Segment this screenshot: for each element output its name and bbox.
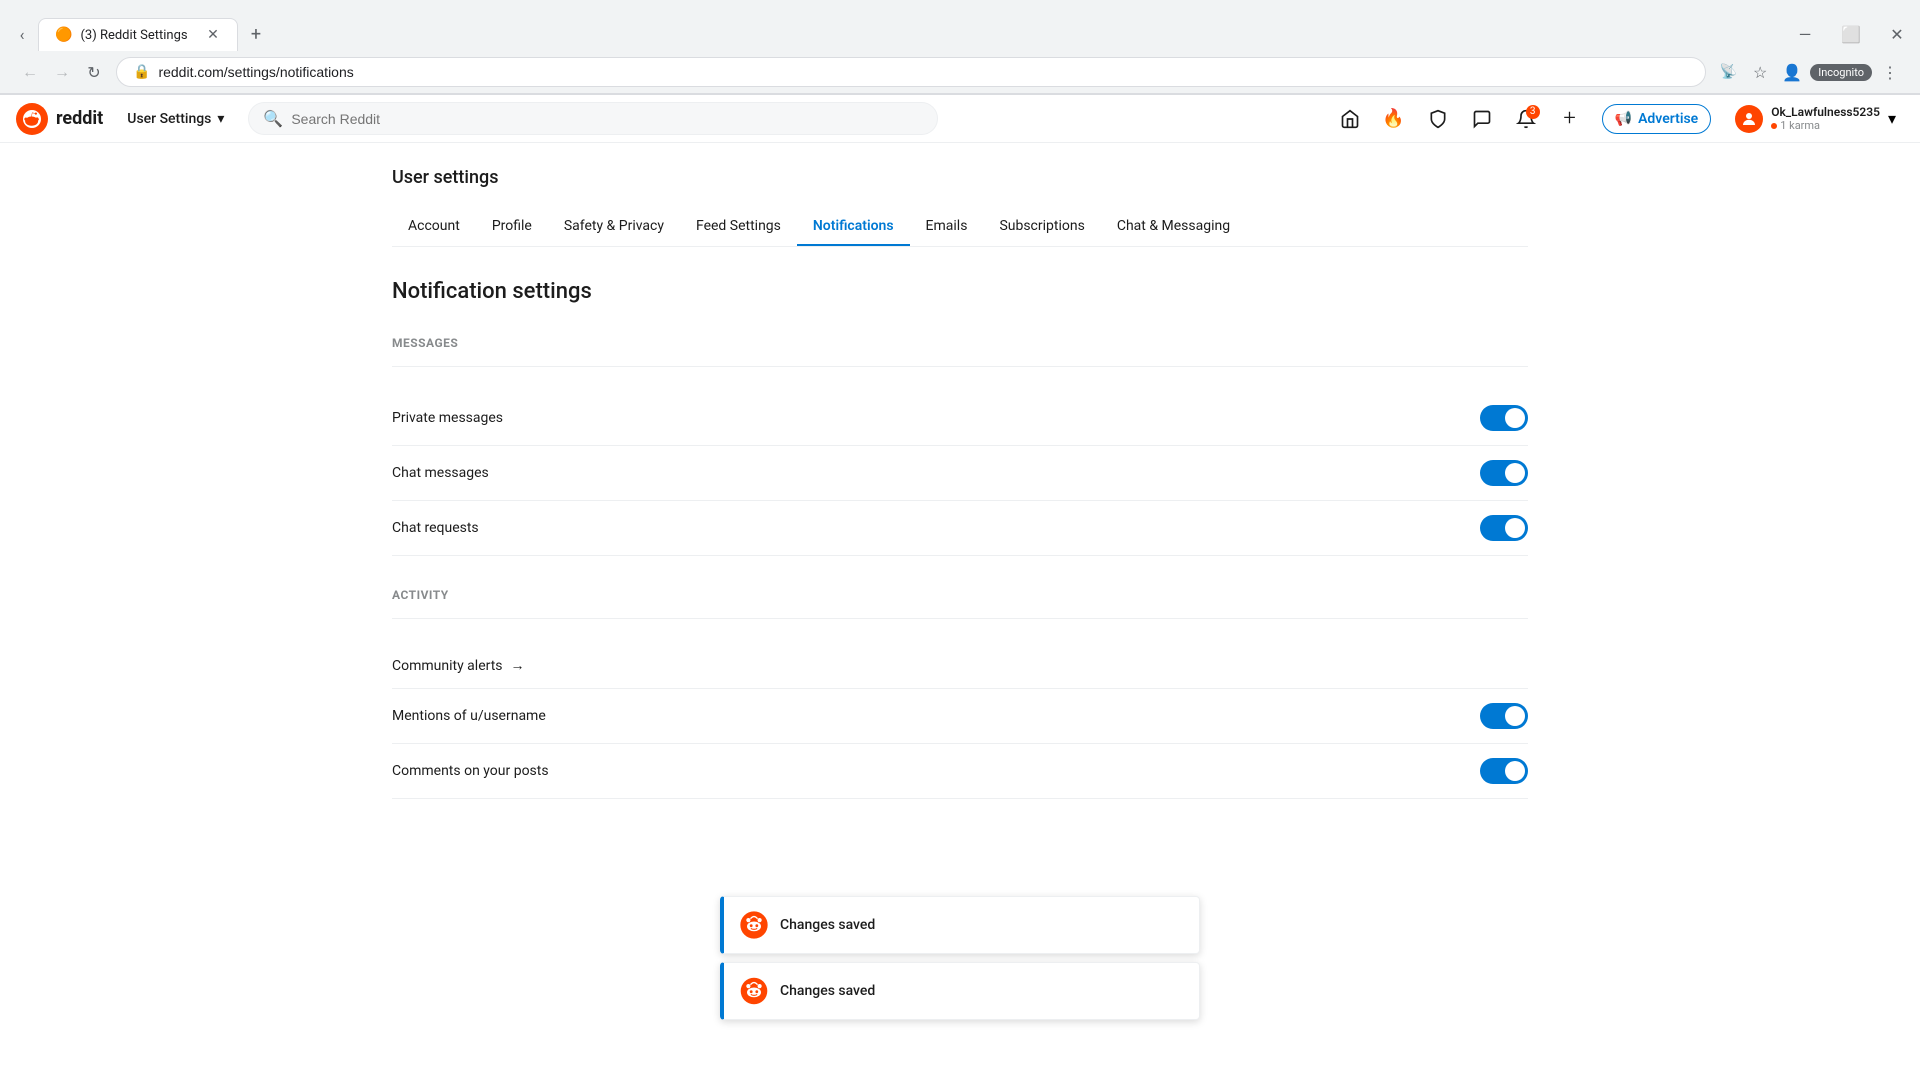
username: Ok_Lawfulness5235 bbox=[1771, 105, 1880, 119]
window-maximize-button[interactable]: ⬜ bbox=[1828, 19, 1874, 51]
cast-icon[interactable]: 📡 bbox=[1714, 58, 1742, 86]
tab-notifications[interactable]: Notifications bbox=[797, 208, 910, 246]
reddit-logo-icon bbox=[16, 103, 48, 135]
user-account-button[interactable]: Ok_Lawfulness5235 1 karma ▾ bbox=[1727, 101, 1904, 137]
page-title: User settings bbox=[392, 167, 1528, 188]
mentions-label: Mentions of u/username bbox=[392, 708, 546, 724]
address-input[interactable] bbox=[158, 64, 1689, 80]
home-icon[interactable] bbox=[1334, 103, 1366, 135]
toggle-knob bbox=[1505, 761, 1525, 781]
toast-1-text: Changes saved bbox=[780, 917, 875, 933]
chat-icon[interactable] bbox=[1466, 103, 1498, 135]
activity-category-label: ACTIVITY bbox=[392, 580, 1528, 602]
megaphone-icon: 📢 bbox=[1615, 111, 1632, 127]
bookmark-icon[interactable]: ☆ bbox=[1746, 58, 1774, 86]
reddit-logo-text: reddit bbox=[56, 108, 103, 129]
browser-back-button[interactable]: ← bbox=[16, 58, 44, 86]
chat-requests-row: Chat requests bbox=[392, 501, 1528, 556]
search-bar[interactable]: 🔍 bbox=[248, 102, 938, 135]
community-alerts-label: Community alerts → bbox=[392, 657, 525, 674]
shield-icon[interactable] bbox=[1422, 103, 1454, 135]
private-messages-label: Private messages bbox=[392, 410, 503, 426]
browser-reload-button[interactable]: ↻ bbox=[80, 58, 108, 86]
chat-messages-toggle[interactable] bbox=[1480, 460, 1528, 486]
toast-container: Changes saved Changes saved bbox=[720, 896, 1200, 1020]
tab-safety-privacy[interactable]: Safety & Privacy bbox=[548, 208, 680, 246]
toast-1: Changes saved bbox=[720, 896, 1200, 954]
karma-dot-icon bbox=[1771, 123, 1777, 129]
search-input[interactable] bbox=[291, 111, 923, 127]
tab-chat-messaging[interactable]: Chat & Messaging bbox=[1101, 208, 1246, 246]
reddit-logo[interactable]: reddit bbox=[16, 103, 103, 135]
messages-category-label: MESSAGES bbox=[392, 328, 1528, 350]
community-alerts-row[interactable]: Community alerts → bbox=[392, 643, 1528, 689]
browser-forward-button[interactable]: → bbox=[48, 58, 76, 86]
activity-divider bbox=[392, 618, 1528, 619]
active-browser-tab[interactable]: 🟠 (3) Reddit Settings ✕ bbox=[38, 18, 238, 51]
tab-close-button[interactable]: ✕ bbox=[205, 27, 221, 43]
user-settings-dropdown[interactable]: User Settings ▾ bbox=[119, 107, 232, 131]
comments-on-posts-toggle[interactable] bbox=[1480, 758, 1528, 784]
mentions-row: Mentions of u/username bbox=[392, 689, 1528, 744]
notification-badge: 3 bbox=[1526, 105, 1540, 119]
section-title: Notification settings bbox=[392, 279, 1528, 304]
dropdown-arrow-icon: ▾ bbox=[217, 111, 224, 127]
toast-2: Changes saved bbox=[720, 962, 1200, 1020]
profile-icon[interactable]: 👤 bbox=[1778, 58, 1806, 86]
private-messages-toggle[interactable] bbox=[1480, 405, 1528, 431]
settings-tabs: Account Profile Safety & Privacy Feed Se… bbox=[392, 208, 1528, 247]
karma: 1 karma bbox=[1771, 119, 1880, 132]
address-bar[interactable]: 🔒 bbox=[116, 57, 1706, 87]
add-icon[interactable]: + bbox=[1554, 103, 1586, 135]
tab-feed-settings[interactable]: Feed Settings bbox=[680, 208, 797, 246]
user-settings-label: User Settings bbox=[127, 111, 211, 127]
comments-on-posts-label: Comments on your posts bbox=[392, 763, 549, 779]
toast-snoo-icon-2 bbox=[740, 977, 768, 1005]
incognito-badge: Incognito bbox=[1810, 64, 1872, 81]
notification-bell-icon[interactable]: 3 bbox=[1510, 103, 1542, 135]
header-icons: 🔥 3 + bbox=[1334, 103, 1586, 135]
search-icon: 🔍 bbox=[263, 109, 283, 128]
karma-value: 1 karma bbox=[1780, 119, 1820, 132]
reddit-header: reddit User Settings ▾ 🔍 🔥 3 + 📢 Adverti… bbox=[0, 95, 1920, 143]
chat-messages-label: Chat messages bbox=[392, 465, 489, 481]
tab-title: (3) Reddit Settings bbox=[80, 28, 197, 43]
toggle-knob bbox=[1505, 408, 1525, 428]
new-tab-button[interactable]: + bbox=[242, 21, 270, 49]
lock-icon: 🔒 bbox=[133, 64, 150, 80]
private-messages-row: Private messages bbox=[392, 391, 1528, 446]
account-dropdown-icon: ▾ bbox=[1888, 109, 1896, 128]
tab-favicon: 🟠 bbox=[55, 27, 72, 43]
toggle-knob bbox=[1505, 463, 1525, 483]
advertise-label: Advertise bbox=[1638, 111, 1698, 127]
chat-messages-row: Chat messages bbox=[392, 446, 1528, 501]
user-avatar bbox=[1735, 105, 1763, 133]
messages-divider bbox=[392, 366, 1528, 367]
tab-profile[interactable]: Profile bbox=[476, 208, 548, 246]
fire-icon[interactable]: 🔥 bbox=[1378, 103, 1410, 135]
mentions-toggle[interactable] bbox=[1480, 703, 1528, 729]
user-info: Ok_Lawfulness5235 1 karma bbox=[1771, 105, 1880, 132]
community-alerts-arrow-icon: → bbox=[511, 657, 525, 674]
settings-page: User settings Account Profile Safety & P… bbox=[360, 143, 1560, 823]
chat-requests-toggle[interactable] bbox=[1480, 515, 1528, 541]
tab-group-back[interactable]: ‹ bbox=[8, 21, 36, 49]
tab-subscriptions[interactable]: Subscriptions bbox=[983, 208, 1100, 246]
chat-requests-label: Chat requests bbox=[392, 520, 479, 536]
toggle-knob bbox=[1505, 518, 1525, 538]
window-close-button[interactable]: ✕ bbox=[1874, 19, 1920, 51]
advertise-button[interactable]: 📢 Advertise bbox=[1602, 104, 1712, 134]
tab-account[interactable]: Account bbox=[392, 208, 476, 246]
toggle-knob bbox=[1505, 706, 1525, 726]
toast-2-text: Changes saved bbox=[780, 983, 875, 999]
comments-on-posts-row: Comments on your posts bbox=[392, 744, 1528, 799]
toast-snoo-icon-1 bbox=[740, 911, 768, 939]
more-options-icon[interactable]: ⋮ bbox=[1876, 58, 1904, 86]
tab-emails[interactable]: Emails bbox=[910, 208, 984, 246]
window-minimize-button[interactable]: — bbox=[1782, 19, 1828, 51]
community-alerts-text: Community alerts bbox=[392, 658, 503, 674]
